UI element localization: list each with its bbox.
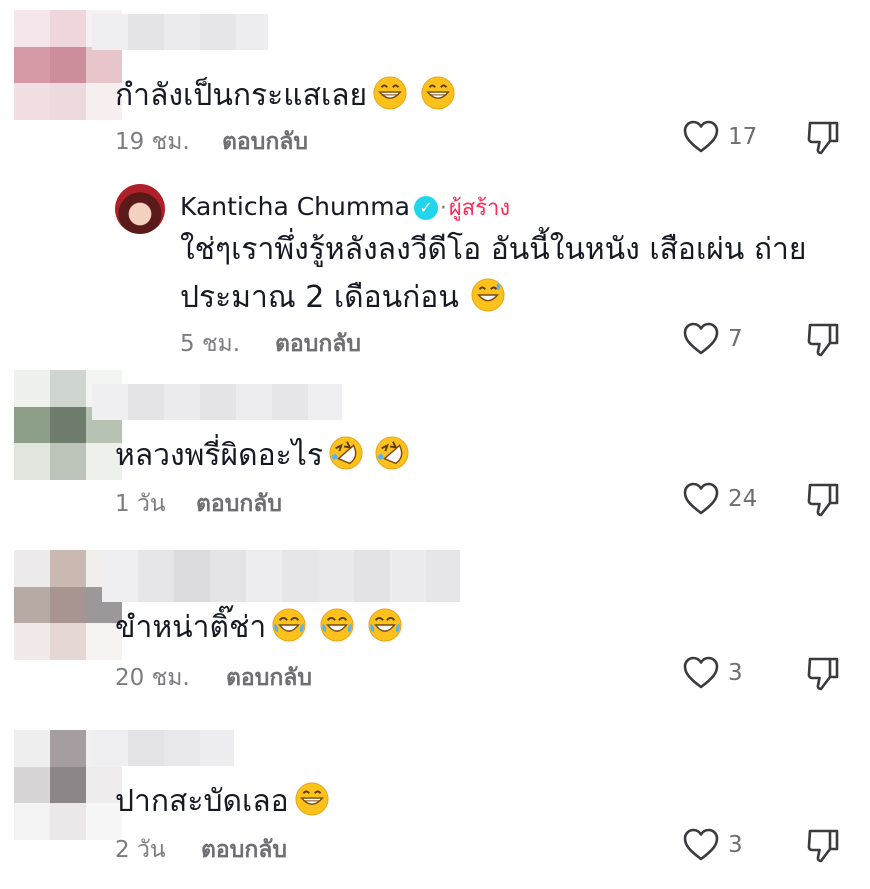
- separator: ·: [439, 196, 447, 221]
- heart-outline-icon[interactable]: [683, 322, 719, 356]
- comment-text: ขำหน่าติ๊ช่า: [115, 608, 402, 648]
- reply-text-line-2: ประมาณ 2 เดือนก่อน: [180, 278, 505, 318]
- username-blurred[interactable]: [92, 384, 342, 420]
- comment-text: กำลังเป็นกระแสเลย: [115, 76, 455, 116]
- heart-outline-icon[interactable]: [683, 656, 719, 690]
- thumb-down-icon[interactable]: [806, 828, 840, 864]
- like-count: 7: [728, 326, 743, 352]
- heart-outline-icon[interactable]: [683, 828, 719, 862]
- joy-emoji-icon: [266, 608, 306, 645]
- like-count: 24: [728, 486, 758, 512]
- joy-emoji-icon: [306, 608, 354, 645]
- grin-emoji-icon: [407, 76, 455, 113]
- heart-outline-icon[interactable]: [683, 120, 719, 154]
- thumb-down-icon[interactable]: [806, 656, 840, 692]
- reply-button[interactable]: ตอบกลับ: [201, 832, 287, 868]
- reply-button[interactable]: ตอบกลับ: [196, 486, 282, 522]
- comment-time: 19 ชม.: [115, 129, 190, 155]
- comment-time: 2 วัน: [115, 837, 166, 863]
- comment-time: 5 ชม.: [180, 331, 241, 357]
- reply-button[interactable]: ตอบกลับ: [222, 124, 308, 160]
- reply-button[interactable]: ตอบกลับ: [275, 326, 361, 362]
- heart-outline-icon[interactable]: [683, 482, 719, 516]
- creator-badge: ผู้สร้าง: [448, 196, 511, 221]
- comment-text: ปากสะบัดเลอ: [115, 782, 329, 822]
- author-line: Kanticha Chumma ✓ ·ผู้สร้าง: [180, 190, 510, 225]
- author-name[interactable]: Kanticha Chumma: [180, 192, 410, 221]
- joy-emoji-icon: [354, 608, 402, 645]
- grin-emoji-icon: [367, 76, 407, 113]
- reply-button[interactable]: ตอบกลับ: [226, 660, 312, 696]
- creator-avatar[interactable]: [115, 184, 165, 234]
- rofl-emoji-icon: [323, 436, 363, 473]
- grin-emoji-icon: [289, 782, 329, 819]
- comment-text: หลวงพรี่ผิดอะไร: [115, 436, 409, 476]
- sweat-smile-emoji-icon: [459, 278, 505, 315]
- comment-time: 1 วัน: [115, 491, 166, 517]
- verified-check-icon: ✓: [413, 196, 438, 220]
- thumb-down-icon[interactable]: [806, 322, 840, 358]
- like-count: 3: [728, 832, 743, 858]
- like-count: 3: [728, 660, 743, 686]
- thumb-down-icon[interactable]: [806, 482, 840, 518]
- thumb-down-icon[interactable]: [806, 120, 840, 156]
- rofl-emoji-icon: [363, 436, 409, 473]
- username-blurred[interactable]: [102, 550, 460, 602]
- reply-text-line-1: ใช่ๆเราพึ่งรู้หลังลงวีดีโอ อันนี้ในหนัง …: [180, 232, 807, 267]
- username-blurred[interactable]: [92, 14, 268, 50]
- like-count: 17: [728, 124, 758, 150]
- comment-time: 20 ชม.: [115, 665, 190, 691]
- username-blurred[interactable]: [92, 730, 234, 766]
